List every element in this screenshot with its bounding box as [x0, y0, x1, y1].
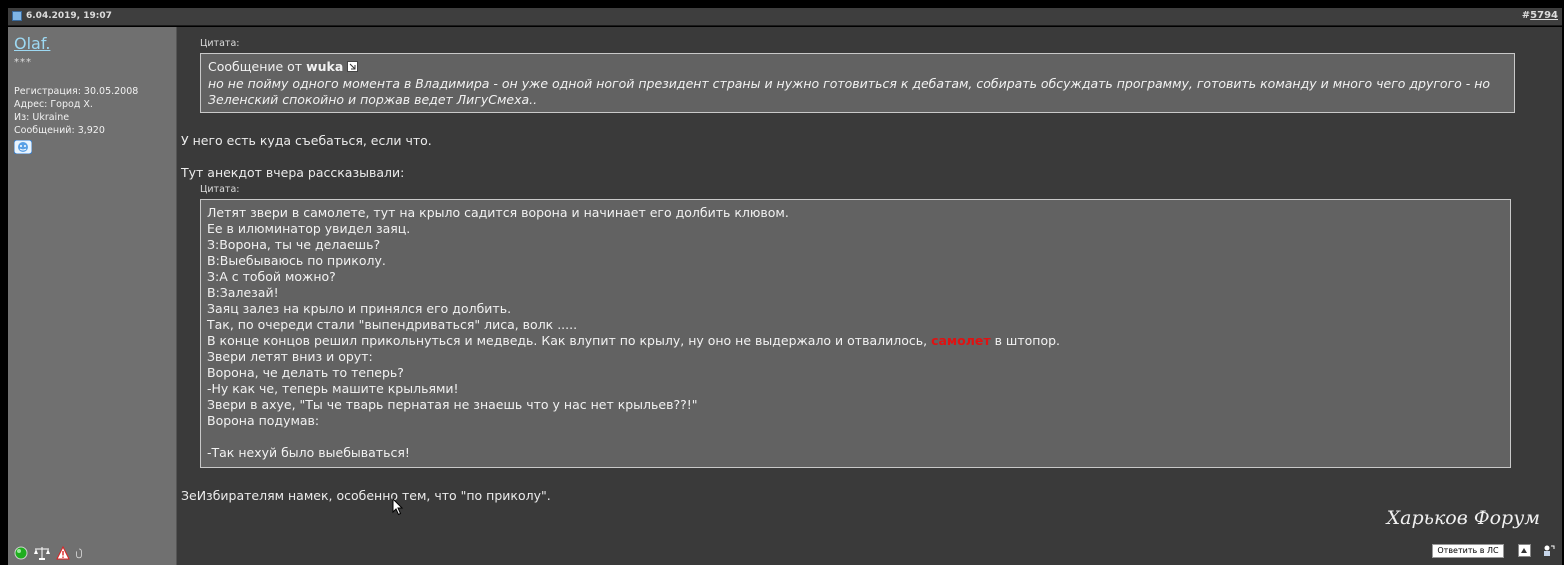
quote2-line: Звери в ахуе, "Ты че тварь пернатая не з… — [207, 397, 698, 412]
quote2-label: Цитата: — [200, 184, 240, 195]
user-registration: Регистрация: 30.05.2008 — [14, 86, 139, 97]
post-date: 6.04.2019, 19:07 — [12, 11, 112, 21]
mouse-cursor-icon — [392, 498, 404, 516]
post-text-1: У него есть куда съебаться, если что. — [181, 133, 432, 148]
quote1-author: wuka — [306, 59, 344, 74]
scales-reputation-icon[interactable] — [33, 546, 51, 560]
quote-box-2: Летят звери в самолете, тут на крыло сад… — [200, 199, 1511, 468]
user-status-icons — [14, 546, 83, 560]
user-info: Регистрация: 30.05.2008 Адрес: Город Х. … — [14, 85, 138, 137]
user-rank-stars: *** — [14, 57, 32, 68]
post-content: Цитата: Сообщение от wuka но не пойму од… — [177, 27, 1562, 565]
username-link[interactable]: Olaf. — [14, 34, 50, 53]
quote2-line: Летят звери в самолете, тут на крыло сад… — [207, 205, 789, 220]
quote2-line: Ворона, че делать то теперь? — [207, 365, 404, 380]
quote1-from: Сообщение от wuka — [208, 59, 359, 75]
quote2-line: В:Залезай! — [207, 285, 279, 300]
quote1-label: Цитата: — [200, 38, 240, 49]
user-address: Адрес: Город Х. — [14, 99, 93, 110]
forum-signature: Харьков Форум — [1386, 507, 1540, 529]
post-number: #5794 — [1522, 10, 1558, 21]
quote2-line9-before: В конце концов решил прикольнуться и мед… — [207, 333, 928, 348]
post-text-3: ЗеИзбирателям намек, особенно тем, что "… — [181, 488, 551, 503]
user-post-count: Сообщений: 3,920 — [14, 125, 105, 136]
forum-post: 6.04.2019, 19:07 #5794 Olaf. *** Регистр… — [0, 0, 1564, 565]
quote2-line-highlight: В конце концов решил прикольнуться и мед… — [207, 333, 1505, 349]
post-number-link[interactable]: 5794 — [1530, 10, 1558, 21]
quote2-lines: Летят звери в самолете, тут на крыло сад… — [207, 205, 1505, 461]
quote2-line: З:А с тобой можно? — [207, 269, 336, 284]
quote2-line: З:Ворона, ты че делаешь? — [207, 237, 381, 252]
highlight-word: самолет — [931, 333, 991, 348]
post-number-prefix: # — [1521, 10, 1531, 21]
user-profile-icon[interactable] — [1542, 544, 1555, 557]
post-header: 6.04.2019, 19:07 #5794 — [8, 8, 1562, 26]
user-sidebar: Olaf. *** Регистрация: 30.05.2008 Адрес:… — [8, 27, 177, 565]
quote2-line: Ее в илюминатор увидел заяц. — [207, 221, 411, 236]
quote-reply-icon[interactable] — [1518, 544, 1531, 557]
online-status-icon — [14, 546, 28, 560]
quote2-line: Заяц залез на крыло и принялся его долби… — [207, 301, 512, 316]
quote2-line: Так, по очереди стали "выпендриваться" л… — [207, 317, 578, 332]
quote2-line — [207, 429, 1505, 445]
view-post-arrow-icon[interactable] — [347, 61, 359, 72]
quote2-line: Ворона подумав: — [207, 413, 320, 428]
report-warning-icon[interactable] — [56, 546, 70, 560]
quote1-text: но не пойму одного момента в Владимира -… — [208, 76, 1491, 107]
quote-box-1: Сообщение от wuka но не пойму одного мом… — [200, 53, 1515, 113]
attachment-icon[interactable] — [75, 546, 83, 560]
post-text-2: Тут анекдот вчера рассказывали: — [181, 165, 405, 180]
ukraine-face-icon — [14, 140, 32, 154]
quote2-line: -Так нехуй было выебываться! — [207, 445, 410, 460]
quote2-line: В:Выебываюсь по приколу. — [207, 253, 386, 268]
post-date-text: 6.04.2019, 19:07 — [26, 11, 112, 21]
user-from: Из: Ukraine — [14, 112, 70, 123]
reply-private-button[interactable]: Ответить в ЛС — [1432, 544, 1504, 558]
quote2-line9-after: в штопор. — [994, 333, 1061, 348]
quote1-from-prefix: Сообщение от — [208, 59, 303, 74]
post-icon — [12, 11, 22, 21]
quote2-line: -Ну как че, теперь машите крыльями! — [207, 381, 459, 396]
quote2-line: Звери летят вниз и орут: — [207, 349, 373, 364]
